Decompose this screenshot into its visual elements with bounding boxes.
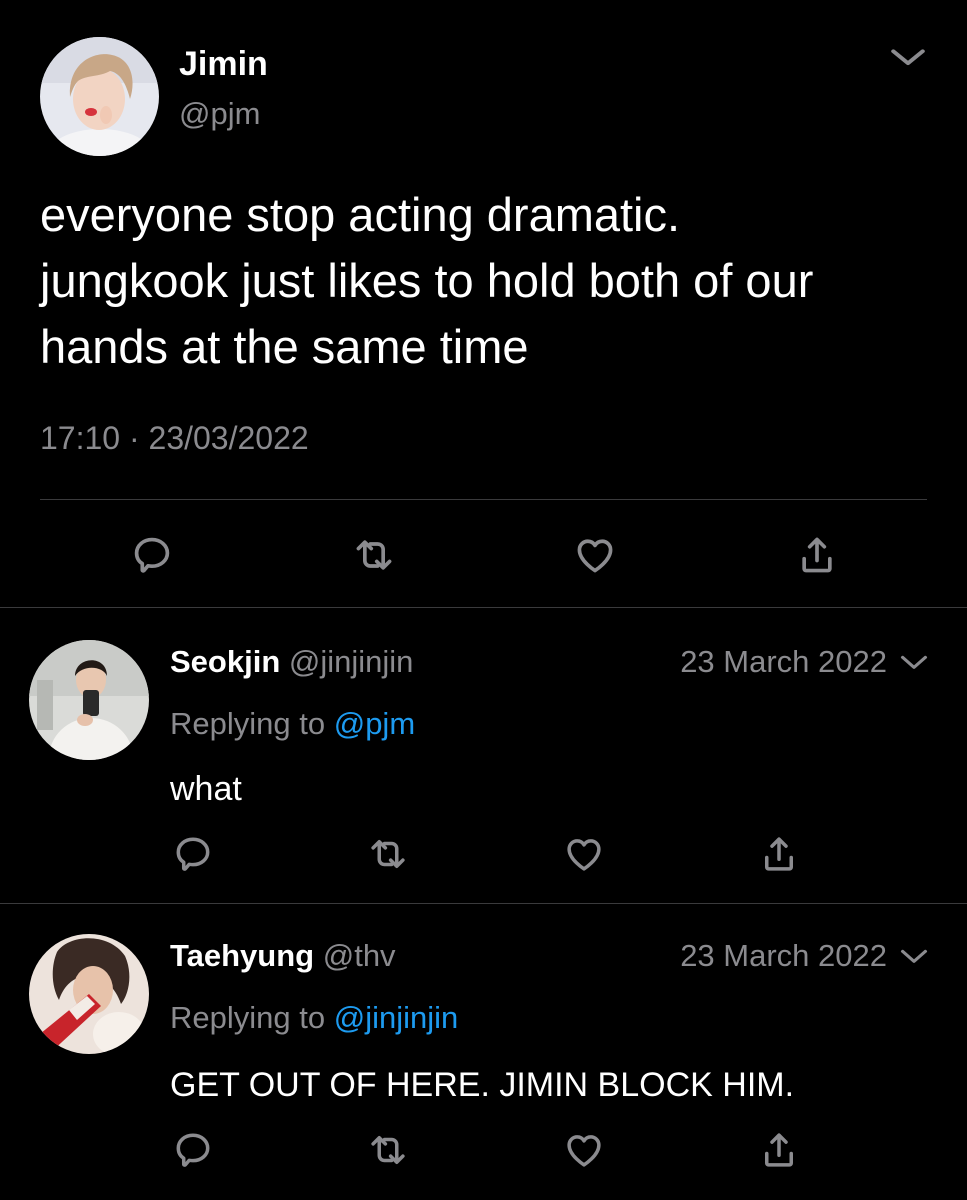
- share-button[interactable]: [757, 832, 801, 876]
- replying-to: Replying to @jinjinjin: [170, 998, 458, 1038]
- reply-icon: [172, 833, 214, 875]
- retweet-icon: [367, 833, 409, 875]
- reply-button[interactable]: [171, 832, 215, 876]
- tweet-date: 23/03/2022: [148, 420, 309, 456]
- reply-text: what: [170, 770, 242, 808]
- author-name[interactable]: Taehyung: [170, 938, 314, 973]
- reply-tweet: Seokjin @jinjinjin 23 March 2022 Replyin…: [0, 608, 967, 904]
- reply-header: Seokjin @jinjinjin: [170, 642, 413, 682]
- like-icon: [563, 1129, 605, 1171]
- share-button[interactable]: [757, 1128, 801, 1172]
- retweet-icon: [352, 533, 396, 577]
- avatar[interactable]: [29, 934, 149, 1054]
- main-tweet: Jimin @pjm everyone stop acting dramatic…: [0, 0, 967, 608]
- author-handle[interactable]: @thv: [323, 938, 396, 973]
- timestamp-separator: ·: [128, 420, 140, 456]
- retweet-icon: [367, 1129, 409, 1171]
- author-handle[interactable]: @pjm: [179, 95, 260, 133]
- reply-date[interactable]: 23 March 2022: [680, 642, 887, 682]
- avatar[interactable]: [40, 37, 159, 156]
- reply-text: GET OUT OF HERE. JIMIN BLOCK HIM.: [170, 1066, 795, 1104]
- retweet-button[interactable]: [352, 533, 396, 577]
- share-icon: [758, 1129, 800, 1171]
- author-name[interactable]: Seokjin: [170, 644, 280, 679]
- tweet-time: 17:10: [40, 420, 121, 456]
- avatar-photo: [40, 37, 159, 156]
- reply-icon: [172, 1129, 214, 1171]
- tweet-timestamp[interactable]: 17:10 · 23/03/2022: [40, 418, 309, 458]
- share-icon: [795, 533, 839, 577]
- author-handle[interactable]: @jinjinjin: [289, 644, 414, 679]
- mention-link[interactable]: @pjm: [334, 706, 415, 741]
- reply-header: Taehyung @thv: [170, 936, 396, 976]
- like-button[interactable]: [562, 1128, 606, 1172]
- avatar-photo: [29, 934, 149, 1054]
- avatar-photo: [29, 640, 149, 760]
- reply-tweet: Taehyung @thv 23 March 2022 Replying to …: [0, 904, 967, 1200]
- reply-button[interactable]: [130, 533, 174, 577]
- mention-link[interactable]: @jinjinjin: [334, 1000, 459, 1035]
- tweet-text-line: everyone stop acting dramatic.: [40, 188, 681, 241]
- reply-date[interactable]: 23 March 2022: [680, 936, 887, 976]
- share-icon: [758, 833, 800, 875]
- reply-button[interactable]: [171, 1128, 215, 1172]
- replying-prefix: Replying to: [170, 706, 326, 741]
- like-button[interactable]: [562, 832, 606, 876]
- chevron-down-icon[interactable]: [886, 40, 930, 76]
- like-icon: [573, 533, 617, 577]
- chevron-down-icon[interactable]: [897, 942, 931, 972]
- tweet-text-line: jungkook just likes to hold both of our: [40, 254, 814, 307]
- replying-to: Replying to @pjm: [170, 704, 415, 744]
- share-button[interactable]: [795, 533, 839, 577]
- like-button[interactable]: [573, 533, 617, 577]
- replying-prefix: Replying to: [170, 1000, 326, 1035]
- tweet-text: everyone stop acting dramatic. jungkook …: [40, 182, 940, 380]
- tweet-text-line: hands at the same time: [40, 320, 529, 373]
- author-name[interactable]: Jimin: [179, 44, 268, 84]
- avatar[interactable]: [29, 640, 149, 760]
- retweet-button[interactable]: [366, 832, 410, 876]
- retweet-button[interactable]: [366, 1128, 410, 1172]
- chevron-down-icon[interactable]: [897, 648, 931, 678]
- like-icon: [563, 833, 605, 875]
- divider: [40, 499, 927, 500]
- reply-icon: [130, 533, 174, 577]
